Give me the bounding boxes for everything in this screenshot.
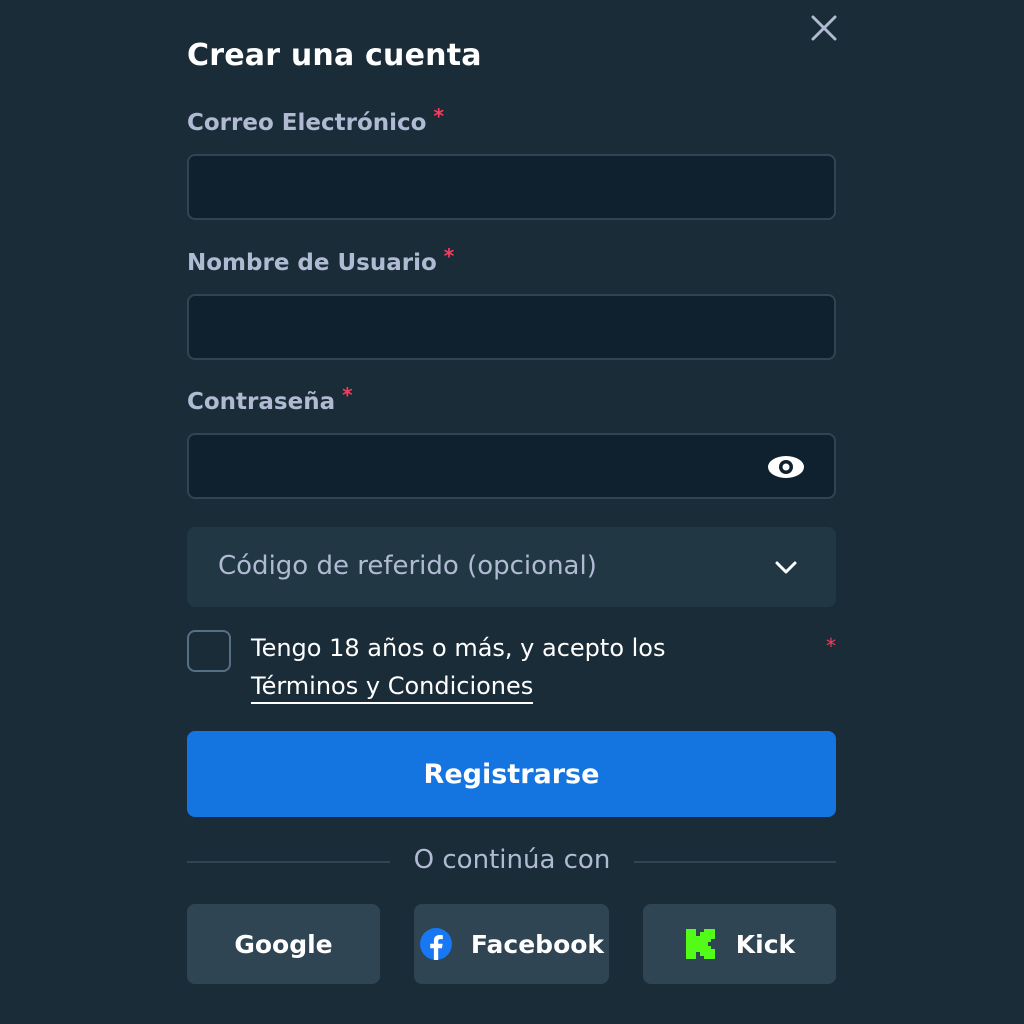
google-login-button[interactable]: Google — [187, 904, 380, 984]
google-label: Google — [234, 929, 333, 959]
terms-checkbox[interactable] — [187, 630, 231, 672]
email-label-text: Correo Electrónico — [187, 110, 427, 136]
username-label: Nombre de Usuario * — [187, 244, 454, 276]
password-label: Contraseña * — [187, 383, 353, 415]
referral-code-toggle[interactable]: Código de referido (opcional) — [187, 527, 836, 607]
kick-login-button[interactable]: Kick — [643, 904, 836, 984]
divider-line-right — [634, 861, 836, 863]
modal-title: Crear una cuenta — [187, 38, 482, 73]
facebook-icon — [419, 928, 452, 960]
chevron-down-icon — [775, 561, 797, 574]
password-required-mark: * — [342, 383, 353, 407]
terms-required-mark: * — [826, 634, 836, 658]
username-label-text: Nombre de Usuario — [187, 250, 437, 276]
close-icon[interactable] — [806, 10, 842, 46]
register-modal: Crear una cuenta Correo Electrónico * Nom… — [0, 0, 1024, 1024]
password-label-text: Contraseña — [187, 389, 336, 415]
username-field[interactable] — [187, 294, 836, 360]
facebook-login-button[interactable]: Facebook — [414, 904, 609, 984]
divider-text: O continúa con — [413, 845, 611, 875]
facebook-label: Facebook — [470, 929, 605, 959]
email-field[interactable] — [187, 154, 836, 220]
password-field[interactable] — [187, 433, 836, 499]
kick-label: Kick — [735, 929, 796, 959]
referral-code-label: Código de referido (opcional) — [218, 551, 597, 581]
kick-icon — [685, 929, 715, 959]
divider-line-left — [187, 861, 390, 863]
terms-link[interactable]: Términos y Condiciones — [251, 672, 534, 704]
email-label: Correo Electrónico * — [187, 104, 444, 136]
register-button[interactable]: Registrarse — [187, 731, 836, 817]
eye-icon[interactable] — [766, 451, 806, 483]
username-required-mark: * — [443, 244, 455, 268]
email-required-mark: * — [433, 104, 444, 128]
terms-text: Tengo 18 años o más, y acepto los — [251, 634, 666, 662]
